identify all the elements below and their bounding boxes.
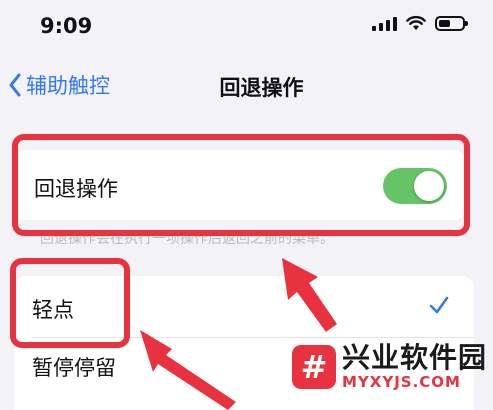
watermark-text: 兴业软件园 MYXYJS.COM xyxy=(342,344,487,390)
arrow-up-icon xyxy=(282,258,337,332)
watermark: # 兴业软件园 MYXYJS.COM xyxy=(291,344,487,390)
watermark-url: MYXYJS.COM xyxy=(341,373,461,391)
watermark-logo: # xyxy=(291,345,336,389)
arrow-left-icon xyxy=(140,330,236,410)
watermark-name: 兴业软件园 xyxy=(341,341,487,374)
